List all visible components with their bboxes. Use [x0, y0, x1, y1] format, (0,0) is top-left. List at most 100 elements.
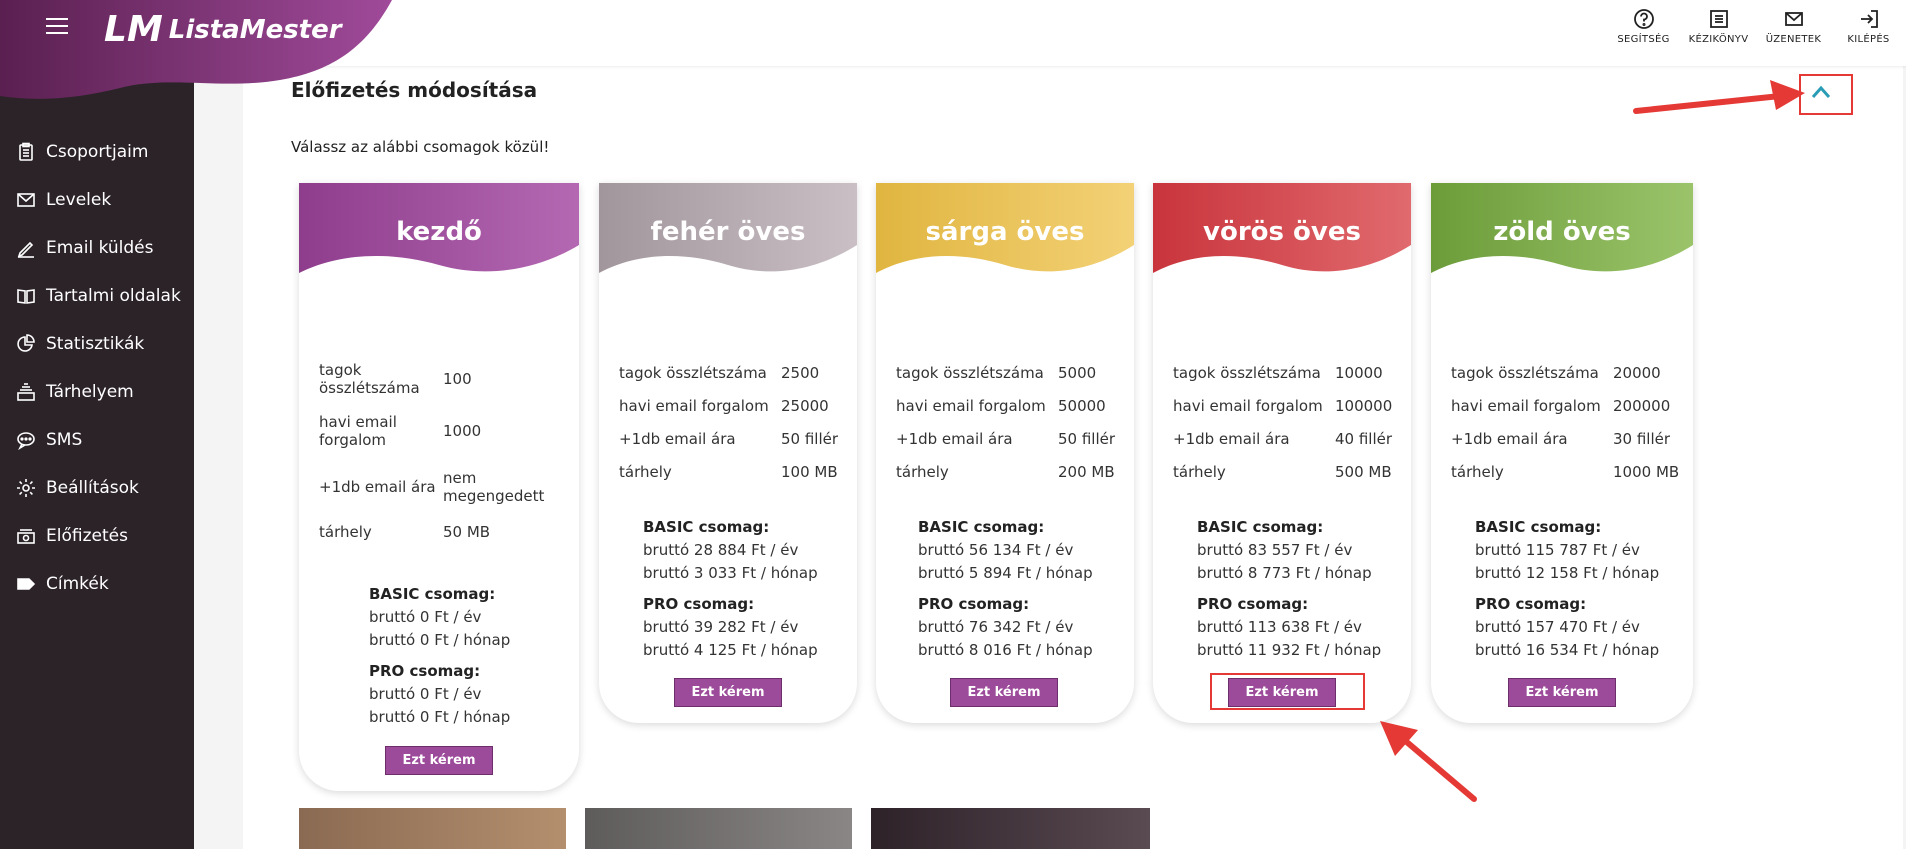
spec-row: +1db email ára 50 fillér [896, 422, 1124, 455]
sidebar-item-csoportjaim[interactable]: Csoportjaim [0, 128, 194, 176]
sidebar-item-email-kuldes[interactable]: Email küldés [0, 224, 194, 272]
spec-value: 30 fillér [1613, 429, 1671, 448]
spec-row: +1db email ára nem megengedett [319, 459, 569, 515]
spec-row: tárhely 1000 MB [1451, 455, 1683, 488]
order-button-kezdo[interactable]: Ezt kérem [385, 746, 493, 775]
spec-value: 200000 [1613, 396, 1671, 415]
sidebar-item-tartalmi-oldalak[interactable]: Tartalmi oldalak [0, 272, 194, 320]
plan-card-zold-oves: zöld öves tagok összlétszáma 20000 havi e… [1431, 183, 1693, 723]
help-button[interactable]: SEGÍTSÉG [1606, 8, 1681, 45]
pro-label: PRO csomag: [369, 662, 481, 680]
basic-yearly-price: bruttó 115 787 Ft / év [1475, 541, 1640, 559]
spec-row: havi email forgalom 1000 [319, 403, 569, 459]
sidebar-nav: Csoportjaim Levelek Email küldés Tartalm… [0, 128, 194, 608]
plan-title: fehér öves [650, 217, 806, 247]
spec-row: havi email forgalom 50000 [896, 389, 1124, 422]
plan-prices: BASIC csomag: bruttó 0 Ft / év bruttó 0 … [369, 583, 510, 729]
logout-button[interactable]: KILÉPÉS [1831, 8, 1906, 45]
spec-key: havi email forgalom [619, 396, 769, 415]
spec-row: tárhely 500 MB [1173, 455, 1401, 488]
sidebar-item-elofizetes[interactable]: Előfizetés [0, 512, 194, 560]
top-bar: SEGÍTSÉG KÉZIKÖNYV ÜZENETEK KILÉPÉS [194, 0, 1906, 66]
sidebar-item-levelek[interactable]: Levelek [0, 176, 194, 224]
spec-row: tagok összlétszáma 2500 [619, 356, 847, 389]
sidebar-item-statisztikak[interactable]: Statisztikák [0, 320, 194, 368]
pro-monthly-price: bruttó 4 125 Ft / hónap [643, 641, 818, 659]
basic-yearly-price: bruttó 83 557 Ft / év [1197, 541, 1353, 559]
spec-key: +1db email ára [1173, 429, 1290, 448]
envelope-icon [1784, 12, 1803, 26]
spec-row: tagok összlétszáma 5000 [896, 356, 1124, 389]
thumbnail [871, 808, 1150, 849]
basic-label: BASIC csomag: [369, 585, 496, 603]
sidebar-item-label: Csoportjaim [46, 142, 149, 162]
basic-yearly-price: bruttó 0 Ft / év [369, 608, 482, 626]
spec-key: +1db email ára [619, 429, 736, 448]
manual-label: KÉZIKÖNYV [1688, 34, 1749, 45]
app-logo[interactable]: LM ListaMester [104, 8, 342, 52]
order-button-zold-oves[interactable]: Ezt kérem [1508, 678, 1616, 707]
spec-key: tagok összlétszáma [1173, 363, 1321, 382]
basic-yearly-price: bruttó 56 134 Ft / év [918, 541, 1074, 559]
sidebar-item-sms[interactable]: SMS [0, 416, 194, 464]
plan-title: vörös öves [1203, 217, 1361, 247]
basic-yearly-price: bruttó 28 884 Ft / év [643, 541, 799, 559]
spec-row: havi email forgalom 25000 [619, 389, 847, 422]
help-icon [1633, 9, 1654, 29]
basic-monthly-price: bruttó 0 Ft / hónap [369, 631, 511, 649]
annotation-arrow-top [1633, 80, 1805, 114]
order-button-sarga-oves[interactable]: Ezt kérem [950, 678, 1058, 707]
pro-yearly-price: bruttó 0 Ft / év [369, 685, 482, 703]
pro-monthly-price: bruttó 0 Ft / hónap [369, 708, 511, 726]
spec-value: 25000 [781, 396, 829, 415]
spec-row: havi email forgalom 100000 [1173, 389, 1401, 422]
plan-specs: tagok összlétszáma 10000 havi email forga… [1173, 356, 1401, 488]
spec-value: 40 fillér [1335, 429, 1393, 448]
plan-header: zöld öves [1431, 183, 1693, 293]
order-button-feher-oves[interactable]: Ezt kérem [674, 678, 782, 707]
plan-card-sarga-oves: sárga öves tagok összlétszáma 5000 havi e… [876, 183, 1134, 723]
spec-value: 50 MB [443, 523, 491, 541]
pie-chart-icon [16, 334, 36, 354]
hamburger-menu-icon[interactable] [46, 18, 68, 34]
plan-header: fehér öves [599, 183, 857, 293]
spec-key: tagok összlétszáma [1451, 363, 1599, 382]
sidebar-item-beallitasok[interactable]: Beállítások [0, 464, 194, 512]
thumbnail [585, 808, 852, 849]
spec-row: tárhely 200 MB [896, 455, 1124, 488]
spec-key: havi email forgalom [1451, 396, 1601, 415]
plan-specs: tagok összlétszáma 20000 havi email forga… [1451, 356, 1683, 488]
plan-prices: BASIC csomag: bruttó 83 557 Ft / év brut… [1197, 516, 1381, 662]
spec-value: 100000 [1335, 396, 1393, 415]
spec-key: +1db email ára [319, 478, 436, 496]
pro-monthly-price: bruttó 8 016 Ft / hónap [918, 641, 1093, 659]
spec-value: 5000 [1058, 363, 1097, 382]
pro-yearly-price: bruttó 157 470 Ft / év [1475, 618, 1640, 636]
spec-value: 10000 [1335, 363, 1383, 382]
plan-header: vörös öves [1153, 183, 1411, 293]
section-subtitle: Válassz az alábbi csomagok közül! [291, 138, 550, 156]
messages-button[interactable]: ÜZENETEK [1756, 8, 1831, 45]
spec-value: 50 fillér [781, 429, 839, 448]
basic-monthly-price: bruttó 3 033 Ft / hónap [643, 564, 818, 582]
spec-key: havi email forgalom [1173, 396, 1323, 415]
sidebar-item-cimkek[interactable]: Címkék [0, 560, 194, 608]
manual-button[interactable]: KÉZIKÖNYV [1681, 8, 1756, 45]
logo-mark: LM [104, 9, 163, 50]
spec-value: 50000 [1058, 396, 1106, 415]
spec-value: 200 MB [1058, 462, 1115, 481]
plan-specs: tagok összlétszáma 2500 havi email forgal… [619, 356, 847, 488]
spec-key: tagok összlétszáma [896, 363, 1044, 382]
spec-key: tárhely [1173, 462, 1226, 481]
spec-key: tárhely [1451, 462, 1504, 481]
spec-value: 100 [443, 370, 472, 388]
sidebar-item-tarhelyem[interactable]: Tárhelyem [0, 368, 194, 416]
plan-title: kezdő [396, 217, 482, 247]
subscription-section: Előfizetés módosítása Válassz az alábbi … [243, 66, 1903, 849]
pen-icon [16, 238, 36, 258]
spec-key: havi email forgalom [319, 413, 397, 449]
annotation-box-order [1210, 673, 1365, 710]
spec-value: 500 MB [1335, 462, 1392, 481]
plan-prices: BASIC csomag: bruttó 115 787 Ft / év bru… [1475, 516, 1659, 662]
sidebar-item-label: SMS [46, 430, 83, 450]
